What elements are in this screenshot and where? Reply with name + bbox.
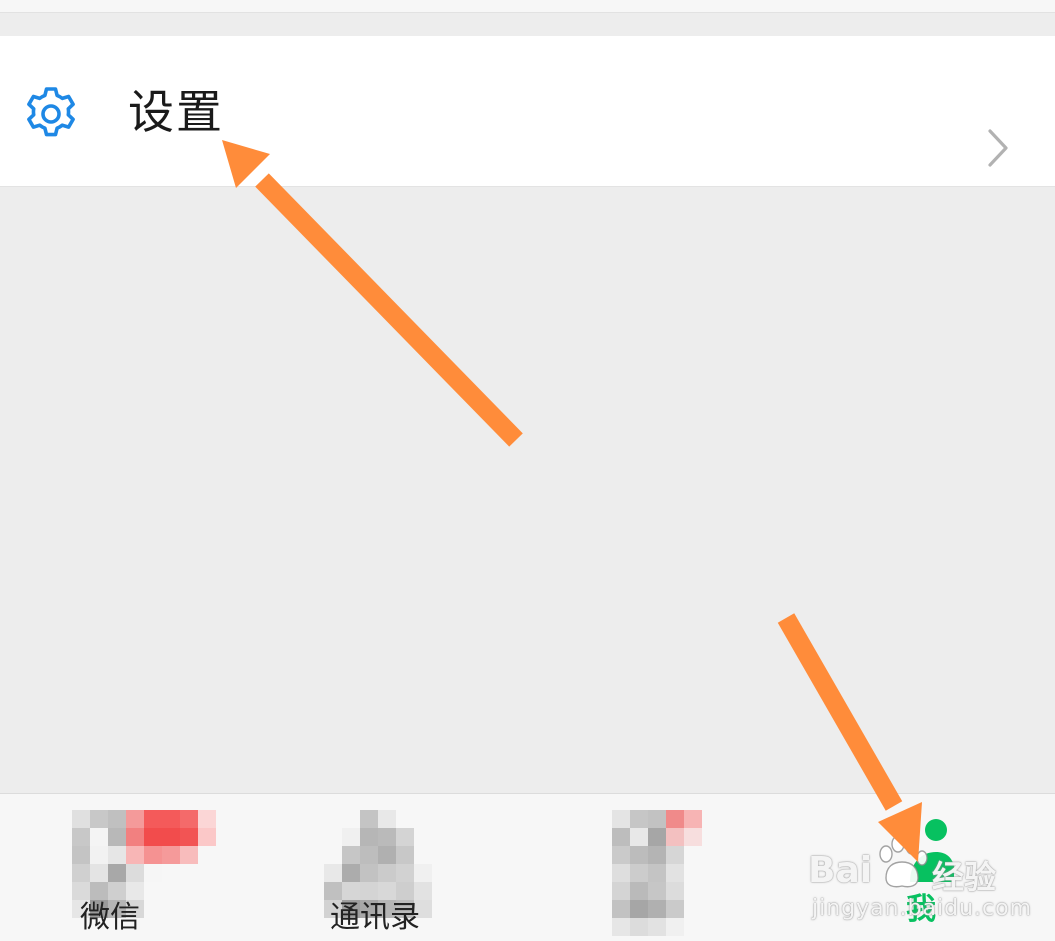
section-gap	[0, 12, 1055, 36]
baidu-jingyan-watermark: Bai 经验 jingyan.baidu.com	[808, 830, 1031, 930]
tab-label-contacts: 通讯录	[330, 900, 420, 935]
watermark-url: jingyan.baidu.com	[812, 896, 1033, 921]
tab-label-chats: 微信	[80, 900, 140, 935]
wechat-me-screen: 设置 微信 通讯录 我 Bai 经验 jingyan.baidu.com	[0, 0, 1055, 941]
tab-label-discover: 发现	[614, 900, 674, 936]
gear-icon	[27, 87, 75, 137]
paw-icon	[879, 835, 928, 888]
empty-content-area	[0, 187, 1055, 793]
tab-chats[interactable]: 微信	[50, 794, 250, 941]
chevron-right-icon	[988, 129, 1008, 167]
watermark-brand: Bai	[808, 850, 873, 891]
watermark-brand-suffix: 经验	[932, 858, 997, 896]
top-strip	[0, 0, 1055, 12]
tab-contacts[interactable]: 通讯录	[300, 794, 500, 941]
tab-discover[interactable]: 发现	[590, 794, 740, 941]
settings-label: 设置	[128, 85, 224, 139]
